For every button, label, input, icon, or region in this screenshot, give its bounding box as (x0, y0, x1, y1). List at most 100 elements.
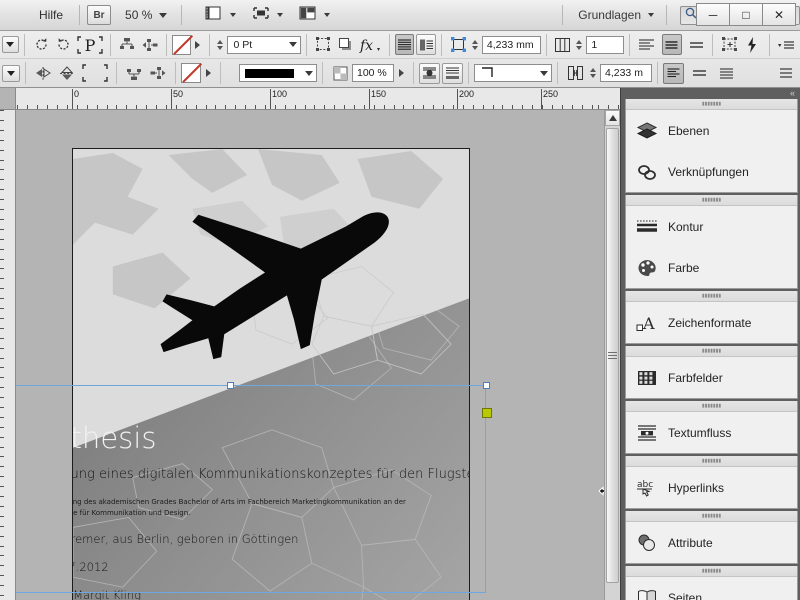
panel-item-farbfelder[interactable]: Farbfelder (626, 357, 797, 398)
panel-group-grip[interactable]: ▮▮▮▮▮▮▮ (626, 511, 797, 522)
select-content-button[interactable] (313, 34, 334, 56)
gutter-stepper[interactable] (587, 64, 598, 82)
flip-vertical-button[interactable] (56, 62, 78, 84)
text-frame-fit-center-button[interactable] (419, 62, 440, 84)
text-frame-fit-none-button[interactable] (394, 34, 415, 55)
control-panel: P 0 Pt fx 4,233 mm 1 100 % 4,233 m (0, 31, 800, 88)
panel-menu-icon[interactable] (775, 34, 796, 56)
svg-text:fx: fx (359, 38, 373, 54)
panel-group-grip[interactable]: ▮▮▮▮▮▮▮ (626, 99, 797, 110)
text-frame-fit-bottom-button[interactable] (442, 62, 463, 84)
scroll-thumb[interactable] (606, 128, 619, 583)
preview-mode-indicator: P (76, 34, 104, 56)
stroke-weight-stepper[interactable] (215, 36, 225, 54)
flip-horizontal-button[interactable] (32, 62, 54, 84)
ruler-origin-corner[interactable] (0, 88, 16, 110)
handle-top-right[interactable] (483, 382, 490, 389)
menu-hilfe[interactable]: Hilfe (30, 0, 72, 30)
thesis-date: am: 30.07.2012 (73, 560, 109, 574)
fill-color-menu[interactable] (201, 69, 215, 77)
stroke-color-none-swatch[interactable] (172, 34, 192, 55)
align-justify-button[interactable] (686, 34, 707, 56)
stroke-weight-value: 0 Pt (233, 38, 253, 51)
panel-item-seiten[interactable]: Seiten (626, 577, 797, 600)
corner-shape-field[interactable] (474, 64, 552, 82)
screen-mode-icon (205, 5, 223, 26)
rotate-cw-button[interactable] (31, 34, 52, 56)
panel-item-textumfluss[interactable]: Textumfluss (626, 412, 797, 453)
character-styles-icon: A (634, 310, 660, 336)
rotate-ccw-button[interactable] (54, 34, 75, 56)
color-palette-icon (634, 255, 660, 281)
vertical-ruler[interactable] (0, 110, 16, 600)
gutter-field[interactable]: 4,233 m (600, 64, 652, 82)
drop-shadow-button[interactable] (336, 34, 357, 56)
panel-item-zeichenformate[interactable]: A Zeichenformate (626, 302, 797, 343)
panel-group-grip[interactable]: ▮▮▮▮▮▮▮ (626, 566, 797, 577)
chevron-down-icon (7, 70, 15, 76)
arrange-documents-dropdown[interactable] (299, 5, 331, 26)
align-full-justify-button[interactable] (715, 62, 737, 84)
panel-item-verknüpfungen[interactable]: Verknüpfungen (626, 151, 797, 192)
panel-item-farbe[interactable]: Farbe (626, 247, 797, 288)
corner-radius-stepper[interactable] (470, 36, 480, 54)
stroke-color-menu[interactable] (191, 40, 204, 49)
transparency-icon[interactable] (329, 62, 351, 84)
effects-button[interactable]: fx (358, 34, 382, 56)
opacity-menu[interactable] (394, 69, 408, 77)
stroke-weight-field[interactable]: 0 Pt (227, 35, 302, 54)
reference-point-dropdown[interactable] (2, 36, 19, 53)
auto-fit-frame-icon[interactable] (719, 34, 740, 56)
align-left-text-button[interactable] (636, 34, 657, 56)
divider (166, 33, 168, 56)
document-canvas[interactable]: elorthesis Empfehlung eines digitalen Ko… (16, 110, 604, 600)
chevron-down-icon (159, 12, 168, 18)
corner-options-icon[interactable] (448, 34, 469, 56)
maximize-button[interactable]: □ (729, 3, 763, 26)
ruler-tick (0, 575, 4, 576)
panel-group-grip[interactable]: ▮▮▮▮▮▮▮ (626, 291, 797, 302)
panel-group-grip[interactable]: ▮▮▮▮▮▮▮ (626, 401, 797, 412)
columns-field[interactable]: 1 (586, 35, 625, 54)
panel-item-ebenen[interactable]: Ebenen (626, 110, 797, 151)
align-bottom-button[interactable] (123, 62, 145, 84)
panel-group-5: ▮▮▮▮▮▮▮ abc Hyperlinks (625, 456, 798, 509)
quick-apply-icon[interactable] (742, 34, 763, 56)
text-frame-fit-right-button[interactable] (416, 34, 437, 55)
zoom-level-dropdown[interactable]: 50 % (125, 8, 168, 22)
panel-group-grip[interactable]: ▮▮▮▮▮▮▮ (626, 456, 797, 467)
panel-group-grip[interactable]: ▮▮▮▮▮▮▮ (626, 346, 797, 357)
panel-item-kontur[interactable]: Kontur (626, 206, 797, 247)
horizontal-ruler[interactable]: 0 50 100 150 200 250 (0, 88, 620, 110)
handle-content-grabber[interactable] (482, 408, 492, 418)
scroll-up-button[interactable] (605, 110, 620, 126)
distribute-left-button[interactable] (140, 34, 161, 56)
collapse-dock-icon[interactable]: « (790, 88, 795, 98)
canvas-vertical-scrollbar[interactable] (604, 110, 620, 600)
opacity-field[interactable]: 100 % (352, 64, 394, 82)
screen-mode-dropdown[interactable] (205, 5, 237, 26)
align-left-active-button[interactable] (663, 62, 684, 84)
fill-color-none-swatch[interactable] (181, 63, 201, 83)
workspace-switcher[interactable]: Grundlagen (578, 8, 654, 22)
stroke-style-field[interactable] (239, 64, 317, 82)
panel-options-icon[interactable] (774, 62, 796, 84)
ruler-tick (0, 427, 4, 428)
view-options-dropdown[interactable] (252, 5, 284, 26)
align-center-active-button[interactable] (662, 34, 682, 55)
panel-item-attribute[interactable]: Attribute (626, 522, 797, 563)
panel-item-hyperlinks[interactable]: abc Hyperlinks (626, 467, 797, 508)
close-button[interactable]: ✕ (762, 3, 796, 26)
scroll-grip-icon (608, 350, 617, 361)
distribute-right-button[interactable] (147, 62, 169, 84)
columns-stepper[interactable] (574, 36, 584, 54)
corner-radius-field[interactable]: 4,233 mm (481, 35, 541, 54)
align-right-button[interactable] (688, 62, 710, 84)
bridge-button[interactable]: Br (87, 5, 112, 25)
minimize-button[interactable]: ─ (696, 3, 730, 26)
ruler-tick (0, 397, 4, 398)
panel-group-grip[interactable]: ▮▮▮▮▮▮▮ (626, 195, 797, 206)
reference-point-dropdown-2[interactable] (2, 64, 20, 82)
align-top-button[interactable] (117, 34, 138, 56)
document-page[interactable]: elorthesis Empfehlung eines digitalen Ko… (72, 148, 470, 600)
